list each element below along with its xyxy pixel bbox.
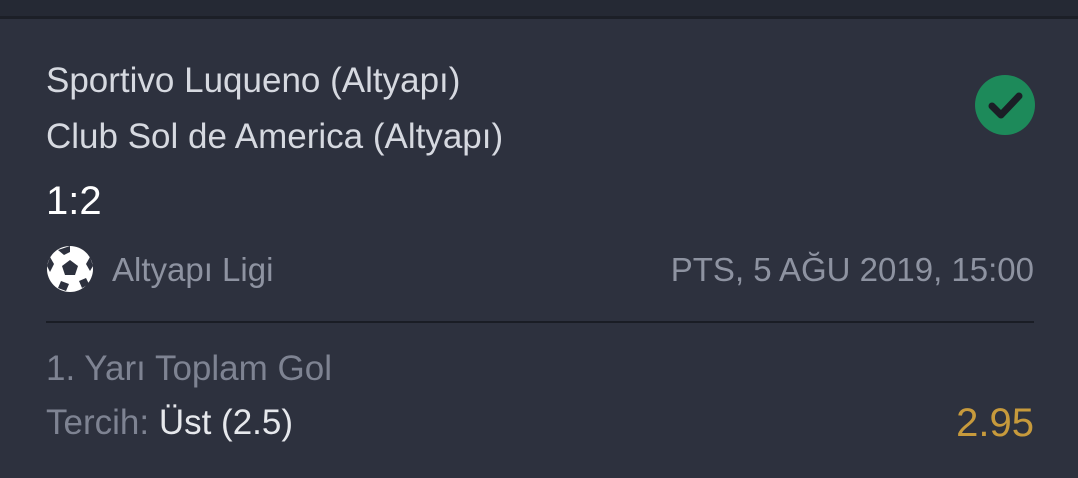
selection-label: Tercih: [46,403,159,442]
selection-value: Üst (2.5) [158,403,294,442]
bet-card[interactable]: Sportivo Luqueno (Altyapı) Club Sol de A… [0,19,1078,478]
divider [46,321,1034,323]
league-name: Altyapı Ligi [112,251,274,288]
home-team-name: Sportivo Luqueno (Altyapı) [46,61,461,100]
match-score: 1:2 [46,179,102,223]
check-circle-icon [975,75,1035,135]
league-row: Altyapı Ligi PTS, 5 AĞU 2019, 15:00 [46,245,1034,295]
bet-market: 1. Yarı Toplam Gol [46,349,332,388]
away-team-name: Club Sol de America (Altyapı) [46,117,504,156]
top-strip [0,0,1078,16]
match-date: PTS, 5 AĞU 2019, 15:00 [670,251,1034,288]
bet-odds: 2.95 [956,401,1034,445]
soccer-ball-icon [46,245,94,293]
bet-selection: Tercih: Üst (2.5) [46,403,293,443]
